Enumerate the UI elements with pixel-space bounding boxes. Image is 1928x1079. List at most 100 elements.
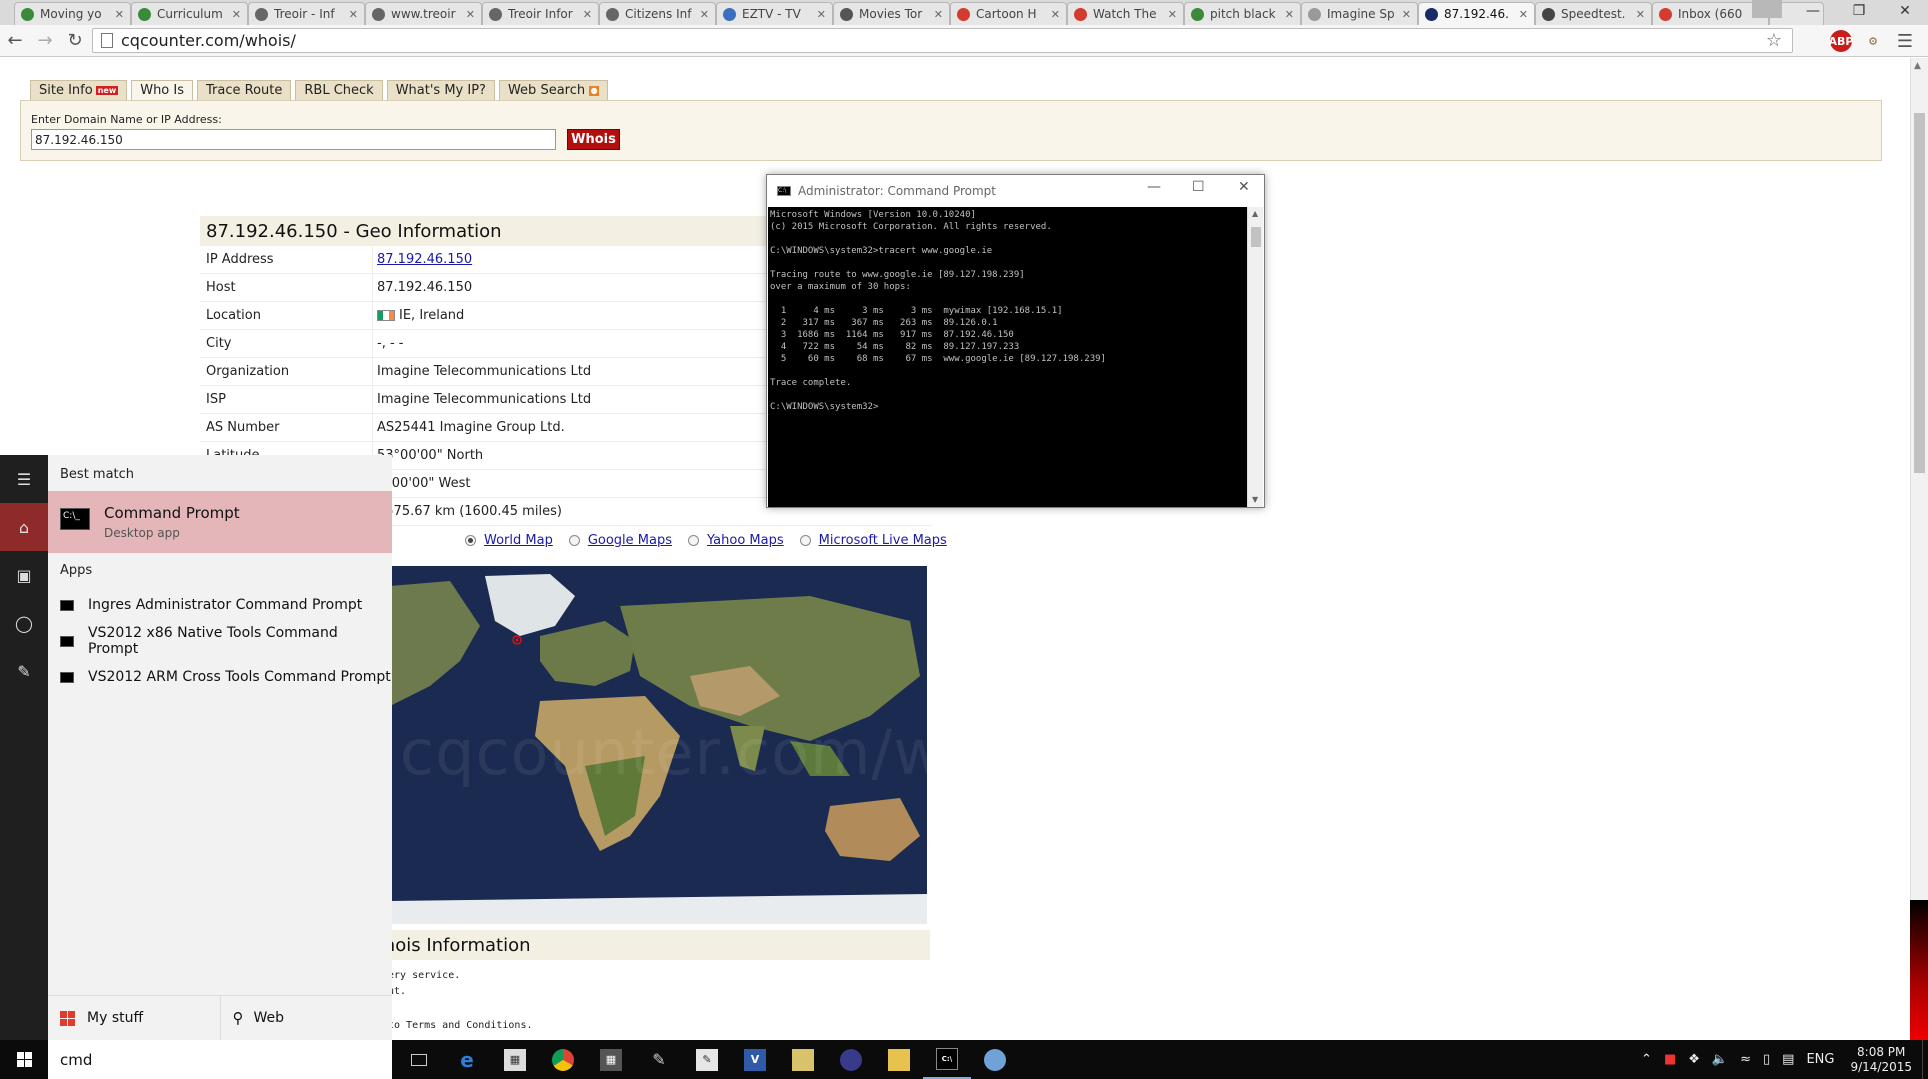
browser-tab[interactable]: Curriculum ✕ [131, 2, 248, 25]
tab-close-icon[interactable]: ✕ [1402, 8, 1411, 21]
show-desktop-button[interactable] [1922, 1040, 1928, 1079]
cmd-scrollbar[interactable]: ▲ ▼ [1247, 207, 1263, 507]
start-button[interactable] [0, 1040, 48, 1079]
tab-close-icon[interactable]: ✕ [232, 8, 241, 21]
web-button[interactable]: ⚲ Web [219, 996, 393, 1040]
browser-tab[interactable]: 87.192.46. ✕ [1418, 2, 1535, 25]
radio-button[interactable] [465, 535, 476, 546]
volume-icon[interactable]: 🔈 [1712, 1052, 1728, 1067]
paint-icon[interactable] [971, 1040, 1019, 1079]
dropbox-icon[interactable]: ❖ [1688, 1052, 1700, 1067]
browser-tab[interactable]: Treoir - Inf ✕ [248, 2, 365, 25]
map-option-link[interactable]: World Map [484, 533, 553, 548]
browser-tab[interactable]: Cartoon H ✕ [950, 2, 1067, 25]
radio-button[interactable] [568, 535, 580, 546]
browser-tab[interactable]: Movies Tor ✕ [833, 2, 950, 25]
cmd-titlebar[interactable]: C:\ Administrator: Command Prompt — ☐ ✕ [767, 175, 1264, 207]
app-item-vs2012-x86[interactable]: VS2012 x86 Native Tools Command Prompt [48, 623, 392, 659]
best-match-command-prompt[interactable]: C:\_ Command Prompt Desktop app [48, 491, 392, 553]
adblock-icon[interactable]: ABP [1829, 30, 1853, 52]
tab-trace-route[interactable]: Trace Route [197, 80, 292, 100]
tab-web-search[interactable]: Web Search ● [498, 80, 609, 100]
back-icon[interactable]: ← [0, 26, 30, 56]
cmd-close-icon[interactable]: ✕ [1238, 179, 1250, 195]
tab-rbl-check[interactable]: RBL Check [295, 80, 383, 100]
world-map[interactable]: cqcounter.com/whois [390, 566, 927, 924]
map-option[interactable]: Microsoft Live Maps [799, 533, 947, 548]
browser-tab[interactable]: Watch The ✕ [1067, 2, 1184, 25]
scroll-up-icon[interactable]: ▲ [1914, 61, 1921, 71]
restore-icon[interactable]: ❐ [1836, 0, 1882, 22]
cmd-minimize-icon[interactable]: — [1147, 179, 1161, 195]
chrome-icon[interactable] [539, 1040, 587, 1079]
bookmark-star-icon[interactable]: ☆ [1766, 30, 1782, 51]
calculator-icon[interactable]: ▦ [587, 1040, 635, 1079]
tab-site-info[interactable]: Site Info new [30, 80, 128, 100]
battery-icon[interactable]: ▯ [1763, 1052, 1770, 1067]
tab-who-is[interactable]: Who Is [131, 80, 194, 100]
scroll-thumb[interactable] [1914, 113, 1925, 473]
tray-chevron-icon[interactable]: ⌃ [1641, 1052, 1652, 1067]
tray-app-icon[interactable]: ■ [1664, 1052, 1676, 1067]
map-option[interactable]: Yahoo Maps [688, 533, 784, 548]
task-view-icon[interactable] [395, 1040, 443, 1079]
menu-icon[interactable]: ☰ [1894, 30, 1916, 52]
cmd-console[interactable]: Microsoft Windows [Version 10.0.10240] (… [768, 207, 1248, 507]
tab-close-icon[interactable]: ✕ [115, 8, 124, 21]
tab-close-icon[interactable]: ✕ [934, 8, 943, 21]
tab-close-icon[interactable]: ✕ [1285, 8, 1294, 21]
page-scrollbar[interactable]: ▲ ▼ [1910, 58, 1928, 1039]
close-icon[interactable]: ✕ [1882, 0, 1928, 22]
clock[interactable]: 8:08 PM 9/14/2015 [1850, 1045, 1912, 1075]
browser-tab[interactable]: EZTV - TV ✕ [716, 2, 833, 25]
ip-address-link[interactable]: 87.192.46.150 [377, 252, 472, 267]
browser-tab[interactable]: Speedtest. ✕ [1535, 2, 1652, 25]
lightbulb-icon[interactable]: ◯ [0, 599, 48, 647]
browser-tab[interactable]: Treoir Infor ✕ [482, 2, 599, 25]
home-icon[interactable]: ⌂ [0, 503, 48, 551]
address-bar[interactable]: cqcounter.com/whois/ ☆ [92, 28, 1793, 53]
browser-tab[interactable]: pitch black ✕ [1184, 2, 1301, 25]
cmd-scroll-thumb[interactable] [1251, 227, 1261, 247]
hamburger-icon[interactable]: ☰ [0, 455, 48, 503]
tab-close-icon[interactable]: ✕ [1636, 8, 1645, 21]
cmd-scroll-down-icon[interactable]: ▼ [1252, 495, 1258, 504]
browser-tab[interactable]: Moving yo ✕ [14, 2, 131, 25]
radio-button[interactable] [799, 535, 811, 546]
map-option-link[interactable]: Google Maps [588, 533, 672, 548]
wifi-icon[interactable]: ≈ [1740, 1052, 1751, 1067]
tab-close-icon[interactable]: ✕ [583, 8, 592, 21]
app-item-ingres[interactable]: Ingres Administrator Command Prompt [48, 587, 392, 623]
tab-whats-my-ip[interactable]: What's My IP? [386, 80, 495, 100]
feedback-icon[interactable]: ✎ [0, 647, 48, 695]
domain-input[interactable] [31, 129, 556, 150]
cmd-scroll-up-icon[interactable]: ▲ [1252, 209, 1258, 218]
notepad-icon[interactable]: ✎ [683, 1040, 731, 1079]
forward-icon[interactable]: → [30, 26, 60, 56]
reload-icon[interactable]: ↻ [60, 26, 90, 56]
command-prompt-window[interactable]: C:\ Administrator: Command Prompt — ☐ ✕ … [766, 174, 1265, 508]
visio-icon[interactable]: V [731, 1040, 779, 1079]
browser-tab[interactable]: Imagine Sp ✕ [1301, 2, 1418, 25]
map-option-link[interactable]: Yahoo Maps [707, 533, 784, 548]
extension-icon[interactable]: ⚙ [1862, 30, 1884, 52]
tab-close-icon[interactable]: ✕ [1051, 8, 1060, 21]
map-option-link[interactable]: Microsoft Live Maps [819, 533, 947, 548]
my-stuff-button[interactable]: My stuff [48, 996, 220, 1040]
file-explorer-icon[interactable] [875, 1040, 923, 1079]
media-player-icon[interactable] [827, 1040, 875, 1079]
tab-close-icon[interactable]: ✕ [817, 8, 826, 21]
cmd-maximize-icon[interactable]: ☐ [1192, 179, 1205, 195]
pen-tool-icon[interactable]: ✎ [635, 1040, 683, 1079]
app-item-vs2012-arm[interactable]: VS2012 ARM Cross Tools Command Prompt [48, 659, 392, 695]
edge-icon[interactable]: e [443, 1040, 491, 1079]
cmd-taskbar-icon[interactable]: C:\ [923, 1040, 971, 1079]
map-option[interactable]: Google Maps [568, 533, 672, 548]
store-icon[interactable]: ▦ [491, 1040, 539, 1079]
whois-button[interactable]: Whois [567, 129, 620, 150]
action-center-icon[interactable]: ▤ [1782, 1052, 1794, 1067]
browser-tab[interactable]: Citizens Inf ✕ [599, 2, 716, 25]
browser-tab[interactable]: www.treoir ✕ [365, 2, 482, 25]
radio-button[interactable] [688, 535, 700, 546]
tab-close-icon[interactable]: ✕ [349, 8, 358, 21]
